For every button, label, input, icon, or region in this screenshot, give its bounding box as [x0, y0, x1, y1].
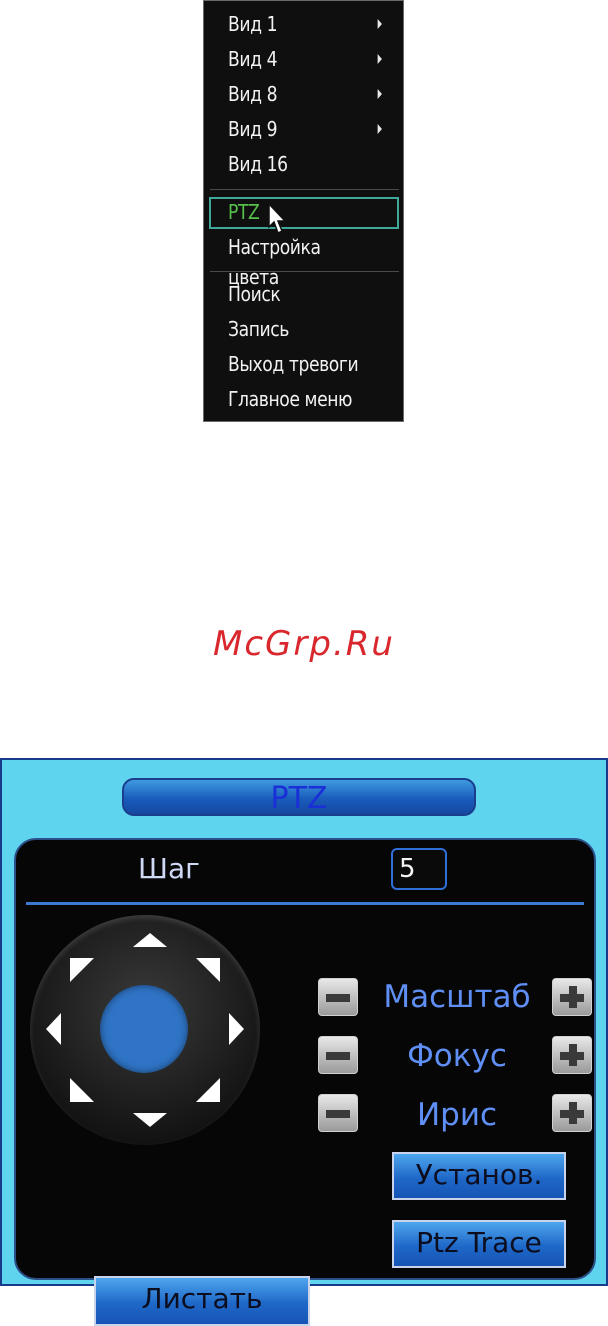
- arrow-up-right-icon[interactable]: [196, 958, 220, 982]
- zoom-label: Масштаб: [383, 979, 531, 1015]
- iris-minus-button[interactable]: [318, 1094, 358, 1132]
- zoom-plus-button[interactable]: [552, 978, 592, 1016]
- menu-item-label: Вид 4: [228, 47, 278, 71]
- minus-icon: [326, 1110, 350, 1118]
- minus-icon: [326, 994, 350, 1002]
- menu-item-label: Выход тревоги: [228, 352, 359, 376]
- menu-item-main-menu[interactable]: Главное меню: [228, 384, 372, 414]
- iris-plus-button[interactable]: [552, 1094, 592, 1132]
- arrow-down-left-icon[interactable]: [70, 1078, 94, 1102]
- arrow-up-icon[interactable]: [133, 933, 167, 947]
- page-button[interactable]: Листать: [94, 1276, 310, 1326]
- focus-minus-button[interactable]: [318, 1036, 358, 1074]
- focus-label: Фокус: [407, 1038, 507, 1074]
- menu-item-record[interactable]: Запись: [228, 314, 372, 344]
- set-button[interactable]: Установ.: [392, 1152, 566, 1200]
- direction-pad: [30, 915, 260, 1145]
- watermark-text: McGrp.Ru: [213, 624, 395, 664]
- submenu-arrow-icon: [377, 89, 382, 99]
- focus-plus-button[interactable]: [552, 1036, 592, 1074]
- menu-item-label: PTZ: [228, 200, 260, 224]
- menu-item-label: Вид 8: [228, 82, 278, 106]
- direction-pad-center-button[interactable]: [100, 985, 188, 1073]
- arrow-up-left-icon[interactable]: [70, 958, 94, 982]
- submenu-arrow-icon: [377, 54, 382, 64]
- menu-item-view-16[interactable]: Вид 16: [228, 149, 372, 179]
- iris-label: Ирис: [416, 1097, 498, 1133]
- zoom-minus-button[interactable]: [318, 978, 358, 1016]
- menu-item-alarm-output[interactable]: Выход тревоги: [228, 349, 372, 379]
- menu-item-label: Вид 16: [228, 152, 288, 176]
- menu-item-label: Поиск: [228, 282, 281, 306]
- step-label: Шаг: [138, 852, 200, 885]
- submenu-arrow-icon: [377, 124, 382, 134]
- arrow-down-right-icon[interactable]: [196, 1078, 220, 1102]
- minus-icon: [326, 1052, 350, 1060]
- mouse-cursor-icon: [268, 203, 287, 235]
- menu-item-view-4[interactable]: Вид 4: [228, 44, 382, 74]
- ptz-title-bar: PTZ: [122, 778, 476, 816]
- menu-item-ptz[interactable]: PTZ: [228, 197, 372, 227]
- menu-item-view-1[interactable]: Вид 1: [228, 9, 382, 39]
- submenu-arrow-icon: [377, 19, 382, 29]
- menu-item-search[interactable]: Поиск: [228, 279, 372, 309]
- menu-item-view-8[interactable]: Вид 8: [228, 79, 382, 109]
- menu-item-label: Вид 9: [228, 117, 278, 141]
- menu-item-view-9[interactable]: Вид 9: [228, 114, 382, 144]
- arrow-down-icon[interactable]: [133, 1113, 167, 1127]
- divider: [26, 902, 584, 905]
- menu-item-color-settings[interactable]: Настройка цвета: [228, 232, 372, 289]
- step-input[interactable]: 5: [391, 848, 447, 890]
- ptz-controls-area: Шаг 5 Масштаб Фокус Ирис Установ. Ptz Tr…: [14, 838, 596, 1326]
- arrow-right-icon[interactable]: [229, 1013, 244, 1045]
- arrow-left-icon[interactable]: [46, 1013, 61, 1045]
- context-menu: Вид 1 Вид 4 Вид 8 Вид 9 Вид 16 PTZ Настр…: [203, 0, 404, 422]
- menu-item-label: Вид 1: [228, 12, 278, 36]
- ptz-title: PTZ: [270, 781, 328, 816]
- ptz-panel: PTZ Шаг 5 Масштаб Фокус Ирис Установ. Pt…: [0, 758, 608, 1326]
- menu-item-label: Запись: [228, 317, 290, 341]
- ptz-trace-button[interactable]: Ptz Trace: [392, 1220, 566, 1268]
- menu-item-label: Главное меню: [228, 387, 353, 411]
- menu-separator: [210, 271, 399, 272]
- menu-separator: [210, 189, 399, 190]
